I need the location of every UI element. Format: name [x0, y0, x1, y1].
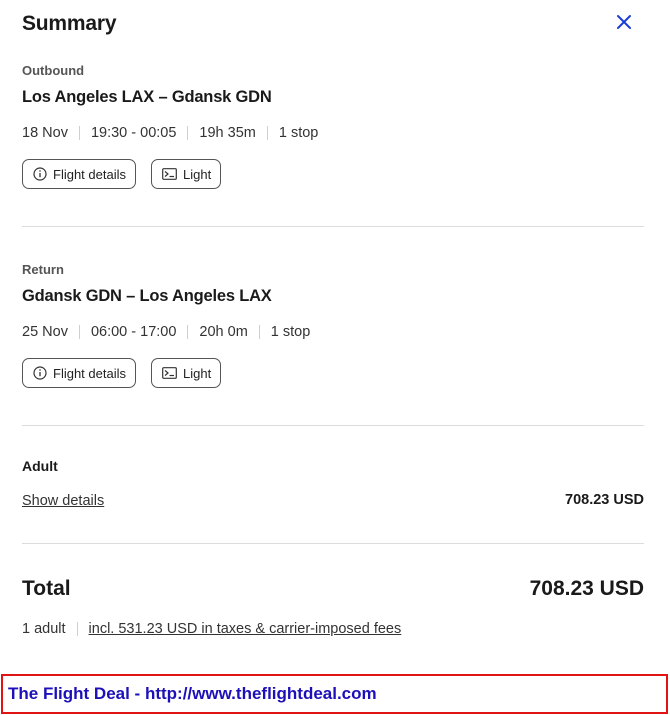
- separator: [187, 126, 189, 140]
- outbound-meta: 18 Nov 19:30 - 00:05 19h 35m 1 stop: [22, 125, 644, 141]
- source-banner: The Flight Deal - http://www.theflightde…: [1, 674, 668, 714]
- outbound-stops: 1 stop: [278, 125, 319, 141]
- return-section: Return Gdansk GDN – Los Angeles LAX 25 N…: [22, 262, 644, 388]
- flight-details-label: Flight details: [53, 365, 126, 381]
- separator: [266, 126, 268, 140]
- return-date: 25 Nov: [22, 324, 68, 340]
- seat-icon: [162, 367, 177, 379]
- total-section: Total 708.23 USD 1 adult incl. 531.23 US…: [22, 577, 644, 647]
- page-title: Summary: [22, 12, 117, 35]
- close-button[interactable]: [616, 14, 636, 34]
- return-fare-button[interactable]: Light: [150, 358, 222, 388]
- return-flight-details-button[interactable]: Flight details: [22, 358, 136, 388]
- separator: [76, 622, 78, 636]
- outbound-label: Outbound: [22, 63, 85, 78]
- show-details-link[interactable]: Show details: [22, 493, 104, 509]
- divider: [22, 425, 644, 426]
- separator: [187, 325, 189, 339]
- outbound-route: Los Angeles LAX – Gdansk GDN: [22, 88, 272, 106]
- passenger-row: Show details 708.23 USD: [22, 492, 644, 512]
- info-icon: [33, 167, 47, 181]
- total-label: Total: [22, 577, 71, 600]
- divider: [22, 543, 644, 544]
- separator: [258, 325, 260, 339]
- banner-text: The Flight Deal - http://www.theflightde…: [8, 684, 377, 703]
- fare-label: Light: [182, 166, 212, 182]
- total-row: Total 708.23 USD: [22, 577, 644, 605]
- divider: [22, 226, 644, 227]
- close-icon: [617, 15, 631, 29]
- outbound-flight-details-button[interactable]: Flight details: [22, 159, 136, 189]
- summary-header: Summary: [22, 10, 642, 40]
- return-route: Gdansk GDN – Los Angeles LAX: [22, 287, 272, 305]
- info-icon: [33, 366, 47, 380]
- outbound-section: Outbound Los Angeles LAX – Gdansk GDN 18…: [22, 63, 644, 189]
- return-meta: 25 Nov 06:00 - 17:00 20h 0m 1 stop: [22, 324, 644, 340]
- outbound-date: 18 Nov: [22, 125, 68, 141]
- total-amount: 708.23 USD: [529, 577, 644, 600]
- return-label: Return: [22, 262, 64, 277]
- passenger-label: Adult: [22, 458, 58, 474]
- return-stops: 1 stop: [270, 324, 311, 340]
- taxes-link[interactable]: incl. 531.23 USD in taxes & carrier-impo…: [89, 621, 402, 637]
- return-times: 06:00 - 17:00: [90, 324, 177, 340]
- return-chips: Flight details Light: [22, 358, 644, 388]
- return-duration: 20h 0m: [199, 324, 248, 340]
- separator: [78, 126, 80, 140]
- fare-label: Light: [182, 365, 212, 381]
- outbound-times: 19:30 - 00:05: [90, 125, 177, 141]
- passenger-amount: 708.23 USD: [565, 492, 644, 508]
- outbound-fare-button[interactable]: Light: [150, 159, 222, 189]
- separator: [78, 325, 80, 339]
- outbound-chips: Flight details Light: [22, 159, 644, 189]
- passenger-count: 1 adult: [22, 621, 66, 637]
- outbound-duration: 19h 35m: [199, 125, 256, 141]
- seat-icon: [162, 168, 177, 180]
- passenger-section: Adult Show details 708.23 USD: [22, 458, 644, 518]
- total-meta: 1 adult incl. 531.23 USD in taxes & carr…: [22, 621, 644, 637]
- flight-details-label: Flight details: [53, 166, 126, 182]
